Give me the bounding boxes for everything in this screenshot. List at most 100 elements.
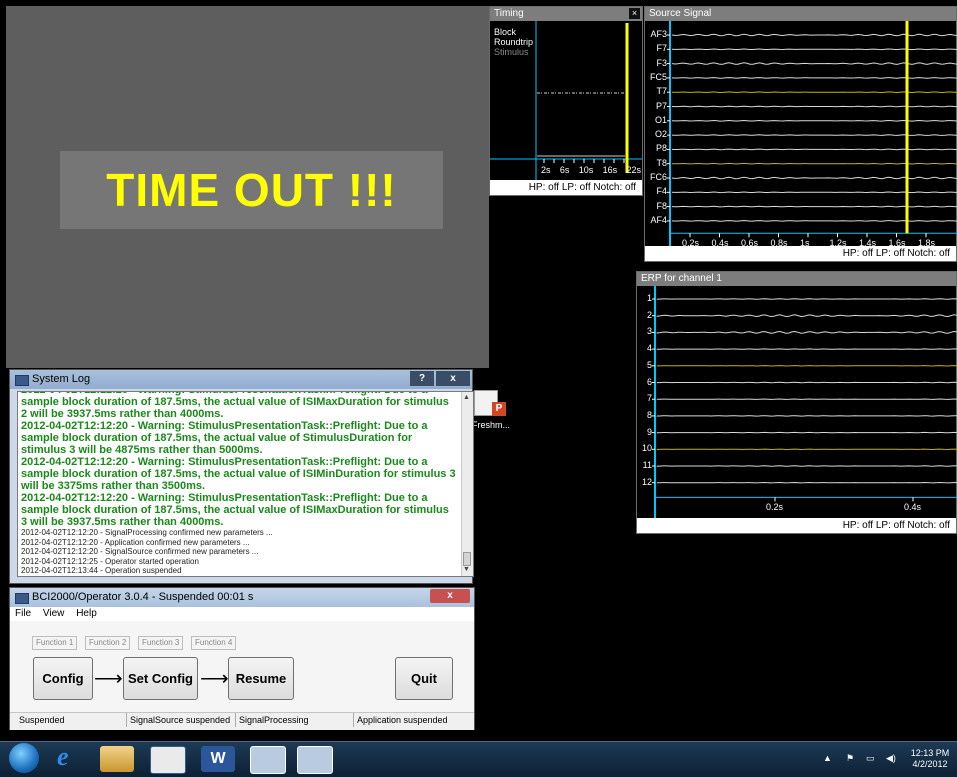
clock-date: 4/2/2012 bbox=[905, 759, 955, 770]
close-icon[interactable]: × bbox=[629, 8, 640, 19]
x-tick: 0.4s bbox=[712, 238, 729, 248]
channel-label: 1 bbox=[637, 293, 652, 303]
function-4-button[interactable]: Function 4 bbox=[191, 636, 236, 650]
timing-filter-status: HP: off LP: off Notch: off bbox=[490, 180, 642, 195]
function-1-button[interactable]: Function 1 bbox=[32, 636, 77, 650]
x-tick: 6s bbox=[560, 165, 570, 175]
erp-trace-2 bbox=[657, 315, 957, 317]
menu-bar: File View Help bbox=[10, 607, 474, 621]
menu-help[interactable]: Help bbox=[76, 608, 97, 619]
word-icon[interactable]: W bbox=[201, 746, 235, 772]
timing-plot bbox=[490, 21, 642, 181]
log-warning: 2012-04-02T12:12:20 - Warning: StimulusP… bbox=[18, 492, 459, 528]
calculator-icon[interactable] bbox=[150, 746, 186, 774]
x-tick: 1.4s bbox=[859, 238, 876, 248]
erp-title-bar[interactable]: ERP for channel 1 bbox=[637, 272, 956, 286]
channel-label: 10 bbox=[637, 443, 652, 453]
channel-label: F3 bbox=[645, 58, 667, 68]
erp-trace-3 bbox=[657, 332, 957, 334]
start-button[interactable] bbox=[9, 743, 39, 773]
system-log-title: System Log bbox=[32, 373, 90, 385]
source-title-bar[interactable]: Source Signal bbox=[645, 7, 956, 21]
system-log-body[interactable]: 2012-04-02T12:12:20 - Warning: StimulusP… bbox=[17, 391, 474, 577]
x-tick: 10s bbox=[579, 165, 594, 175]
log-info: 2012-04-02T12:12:20 - Application confir… bbox=[18, 538, 459, 548]
system-log-window[interactable]: System Log ? x 2012-04-02T12:12:20 - War… bbox=[9, 369, 473, 584]
status-signal-source: SignalSource suspended bbox=[127, 713, 236, 727]
flag-icon[interactable]: ⚑ bbox=[846, 753, 854, 764]
log-info: 2012-04-02T12:12:20 - SignalProcessing c… bbox=[18, 528, 459, 538]
close-button[interactable]: x bbox=[430, 589, 470, 603]
help-button[interactable]: ? bbox=[410, 371, 434, 386]
x-tick: 0.2s bbox=[682, 238, 699, 248]
channel-label: AF4 bbox=[645, 215, 667, 225]
desktop-icon-label: Freshm... bbox=[472, 420, 510, 430]
menu-file[interactable]: File bbox=[15, 608, 31, 619]
channel-label: P7 bbox=[645, 101, 667, 111]
signal-trace-f8 bbox=[672, 206, 957, 207]
operator-title: BCI2000/Operator 3.0.4 - Suspended 00:01… bbox=[32, 591, 253, 603]
scroll-up-icon[interactable]: ▲ bbox=[463, 394, 470, 401]
erp-title: ERP for channel 1 bbox=[641, 273, 722, 284]
x-tick: 1.2s bbox=[830, 238, 847, 248]
erp-filter-status: HP: off LP: off Notch: off bbox=[637, 518, 956, 533]
window-app-icon[interactable] bbox=[250, 746, 286, 774]
channel-label: T7 bbox=[645, 86, 667, 96]
resume-button[interactable]: Resume bbox=[228, 657, 294, 700]
x-tick: 1.6s bbox=[889, 238, 906, 248]
window-icon bbox=[15, 593, 29, 604]
channel-label: F4 bbox=[645, 186, 667, 196]
desktop-file-icon[interactable]: P Freshm... bbox=[472, 390, 516, 434]
quit-button[interactable]: Quit bbox=[395, 657, 453, 700]
system-log-title-bar[interactable]: System Log ? x bbox=[10, 370, 472, 389]
folder-icon[interactable] bbox=[100, 746, 134, 772]
close-button[interactable]: x bbox=[436, 371, 470, 386]
show-hidden-icons-icon[interactable]: ▲ bbox=[823, 753, 832, 763]
timing-title: Timing bbox=[494, 8, 524, 19]
timing-title-bar[interactable]: Timing × bbox=[490, 7, 642, 21]
x-tick: 1.8s bbox=[918, 238, 935, 248]
function-2-button[interactable]: Function 2 bbox=[85, 636, 130, 650]
channel-label: O2 bbox=[645, 129, 667, 139]
signal-trace-t7 bbox=[672, 92, 957, 93]
network-icon[interactable]: ▭ bbox=[866, 753, 875, 764]
timing-window[interactable]: Timing × Block Roundtrip Stimulus 2s 6s … bbox=[489, 6, 643, 196]
status-operator: Suspended bbox=[16, 713, 127, 727]
config-button[interactable]: Config bbox=[33, 657, 93, 700]
log-warning: 2012-04-02T12:12:20 - Warning: StimulusP… bbox=[18, 456, 459, 492]
channel-label: 5 bbox=[637, 360, 652, 370]
channel-label: 9 bbox=[637, 427, 652, 437]
x-tick: 0.6s bbox=[741, 238, 758, 248]
powerpoint-badge-icon: P bbox=[492, 402, 506, 416]
signal-trace-f3 bbox=[672, 63, 957, 65]
scroll-down-icon[interactable]: ▼ bbox=[463, 566, 470, 573]
source-filter-status: HP: off LP: off Notch: off bbox=[645, 246, 956, 261]
channel-label: O1 bbox=[645, 115, 667, 125]
channel-label: P8 bbox=[645, 143, 667, 153]
signal-trace-fc6 bbox=[672, 177, 957, 179]
erp-window[interactable]: ERP for channel 1 HP: off LP: off Notch:… bbox=[636, 271, 957, 534]
channel-label: 6 bbox=[637, 377, 652, 387]
scrollbar-thumb[interactable] bbox=[463, 552, 471, 566]
signal-trace-af4 bbox=[672, 221, 957, 222]
scrollbar[interactable]: ▲ ▼ bbox=[461, 392, 473, 576]
function-3-button[interactable]: Function 3 bbox=[138, 636, 183, 650]
erp-plot bbox=[637, 286, 957, 519]
operator-title-bar[interactable]: BCI2000/Operator 3.0.4 - Suspended 00:01… bbox=[10, 588, 474, 607]
channel-label: 3 bbox=[637, 326, 652, 336]
internet-explorer-icon[interactable]: e bbox=[49, 746, 83, 772]
signal-trace-f7 bbox=[672, 49, 957, 50]
signal-trace-p8 bbox=[672, 149, 957, 150]
channel-label: 4 bbox=[637, 343, 652, 353]
window-app-icon[interactable] bbox=[297, 746, 333, 774]
volume-icon[interactable]: ◀) bbox=[886, 753, 896, 764]
channel-label: AF3 bbox=[645, 29, 667, 39]
source-signal-window[interactable]: Source Signal HP: off LP: off Notch: off bbox=[644, 6, 957, 262]
channel-label: FC5 bbox=[645, 72, 667, 82]
clock[interactable]: 12:13 PM 4/2/2012 bbox=[905, 748, 955, 770]
set-config-button[interactable]: Set Config bbox=[123, 657, 198, 700]
arrow-right-icon: ⟶ bbox=[94, 666, 123, 691]
channel-label: 8 bbox=[637, 410, 652, 420]
menu-view[interactable]: View bbox=[43, 608, 65, 619]
taskbar bbox=[0, 741, 957, 777]
